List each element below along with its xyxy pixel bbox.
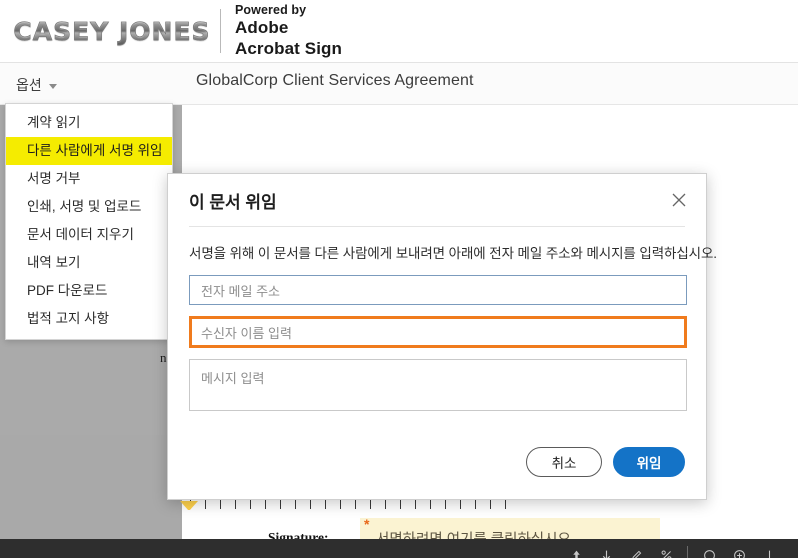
email-field[interactable]: 전자 메일 주소 — [189, 275, 687, 305]
acrobat-sign-label: Acrobat Sign — [235, 38, 342, 58]
modal-description: 서명을 위해 이 문서를 다른 사람에게 보내려면 아래에 전자 메일 주소와 … — [189, 246, 717, 261]
delegate-submit-button[interactable]: 위임 — [613, 447, 685, 477]
fit-icon[interactable] — [754, 546, 784, 558]
logo-text: CASEY JONES — [13, 16, 211, 46]
download-icon[interactable] — [591, 546, 621, 558]
powered-by-label: Powered by — [235, 2, 307, 17]
options-dropdown-button[interactable]: 옵션 — [10, 72, 63, 98]
modal-footer: 취소 위임 — [526, 447, 685, 477]
cancel-button[interactable]: 취소 — [526, 447, 602, 477]
message-field-placeholder: 메시지 입력 — [201, 371, 265, 386]
zoom-out-icon[interactable] — [694, 546, 724, 558]
upload-icon[interactable] — [561, 546, 591, 558]
modal-header-divider — [189, 226, 685, 227]
zoom-in-icon[interactable] — [724, 546, 754, 558]
modal-body: 서명을 위해 이 문서를 다른 사람에게 보내려면 아래에 전자 메일 주소와 … — [168, 242, 717, 411]
brand-header: CASEY JONES Powered by Adobe Acrobat Sig… — [0, 0, 798, 62]
powered-by-adobe-block: Powered by Adobe Acrobat Sign — [235, 3, 342, 60]
percent-icon[interactable] — [651, 546, 681, 558]
brand-divider — [220, 9, 221, 53]
options-button-label: 옵션 — [16, 77, 42, 93]
viewer-bottom-toolbar — [0, 539, 798, 558]
toolbar-separator — [687, 546, 688, 558]
message-field[interactable]: 메시지 입력 — [189, 359, 687, 411]
page-title: GlobalCorp Client Services Agreement — [196, 72, 474, 89]
delegate-document-modal: 이 문서 위임 서명을 위해 이 문서를 다른 사람에게 보내려면 아래에 전자… — [167, 173, 717, 500]
chevron-down-icon — [48, 83, 57, 89]
modal-title: 이 문서 위임 — [189, 192, 277, 212]
adobe-label: Adobe — [235, 17, 289, 37]
acrobat-sign-app: CASEY JONES Powered by Adobe Acrobat Sig… — [0, 0, 798, 558]
recipient-name-placeholder: 수신자 이름 입력 — [201, 325, 292, 341]
modal-header: 이 문서 위임 — [168, 174, 706, 226]
recipient-name-field[interactable]: 수신자 이름 입력 — [189, 316, 687, 348]
casey-jones-logo: CASEY JONES — [13, 11, 211, 51]
email-field-placeholder: 전자 메일 주소 — [201, 283, 280, 299]
document-toolbar: 옵션 GlobalCorp Client Services Agreement — [0, 63, 798, 105]
close-icon[interactable] — [669, 190, 689, 210]
pen-icon[interactable] — [621, 546, 651, 558]
